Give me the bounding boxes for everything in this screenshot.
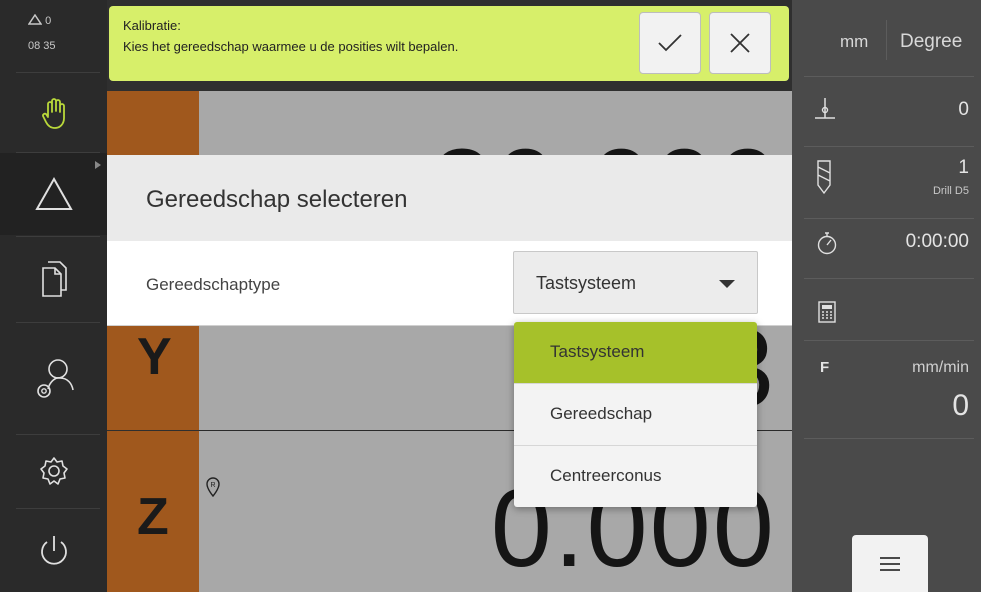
datum-icon	[815, 98, 835, 119]
calculator-icon	[818, 301, 836, 323]
gear-icon	[39, 457, 68, 485]
dropdown-option-gereedschap[interactable]: Gereedschap	[514, 384, 757, 446]
manual-mode-button[interactable]	[0, 76, 107, 150]
close-icon	[730, 33, 750, 53]
datum-value: 0	[958, 99, 969, 120]
tool-type-label: Gereedschaptype	[146, 275, 281, 294]
status-area[interactable]: 0 08 35	[0, 0, 107, 70]
user-gear-icon	[36, 359, 74, 398]
tool-name: Drill D5	[932, 185, 969, 197]
confirm-button[interactable]	[639, 12, 701, 74]
calculator-row[interactable]	[792, 279, 981, 339]
power-button[interactable]	[0, 510, 107, 592]
feed-row[interactable]: F mm/min 0	[792, 341, 981, 437]
length-unit: mm	[840, 32, 869, 51]
dialog-title: Gereedschap selecteren	[146, 186, 408, 213]
warning-count: 0	[45, 15, 52, 27]
timer-value: 0:00:00	[905, 231, 969, 252]
documents-icon	[41, 261, 67, 297]
dropdown-option-centreerconus[interactable]: Centreerconus	[514, 446, 757, 507]
user-settings-button[interactable]	[0, 324, 107, 434]
svg-text:R: R	[210, 482, 215, 489]
file-management-button[interactable]	[0, 238, 107, 320]
hand-icon	[41, 98, 65, 129]
settings-button[interactable]	[0, 436, 107, 506]
warning-triangle-icon	[27, 13, 43, 25]
message-title: Kalibratie:	[123, 18, 181, 33]
reference-mark-icon: R	[206, 477, 220, 498]
units-row[interactable]: mm Degree	[792, 0, 981, 76]
dialog-header: Gereedschap selecteren	[107, 155, 792, 241]
status-panel: mm Degree 0 1 Drill D5 0:00:00 F mm/min	[792, 0, 981, 592]
angle-unit: Degree	[900, 31, 963, 52]
datum-row[interactable]: 0	[792, 77, 981, 145]
stopwatch-icon	[817, 232, 837, 255]
axis-y-letter: Y	[137, 328, 172, 386]
tool-number: 1	[958, 157, 969, 178]
menu-button[interactable]	[852, 535, 928, 592]
message-text: Kies het gereedschap waarmee u de positi…	[123, 39, 459, 54]
calibration-message-bar: Kalibratie: Kies het gereedschap waarmee…	[109, 6, 789, 81]
hamburger-menu-icon	[880, 556, 900, 571]
option-label: Tastsysteem	[550, 342, 645, 361]
checkmark-icon	[658, 34, 682, 52]
drill-icon	[817, 160, 831, 195]
axis-row-x[interactable]: 30.000	[107, 91, 792, 250]
tool-type-row: Gereedschaptype Tastsysteem	[107, 241, 792, 326]
power-icon	[40, 536, 67, 565]
dropdown-option-tastsysteem[interactable]: Tastsysteem	[514, 322, 757, 384]
timer-row[interactable]: 0:00:00	[792, 219, 981, 277]
axis-x-label-block	[107, 91, 199, 155]
tool-type-dropdown: Tastsysteem Gereedschap Centreerconus	[514, 322, 757, 507]
axis-z-letter: Z	[137, 488, 169, 546]
left-sidebar: 0 08 35	[0, 0, 107, 592]
caret-down-icon	[719, 280, 735, 288]
clock-time: 08 35	[28, 40, 56, 52]
feed-label: F	[820, 359, 830, 376]
option-label: Gereedschap	[550, 404, 653, 423]
feed-unit: mm/min	[912, 359, 969, 376]
cancel-button[interactable]	[709, 12, 771, 74]
delta-icon	[34, 176, 73, 210]
tool-type-select[interactable]: Tastsysteem	[513, 251, 758, 314]
option-label: Centreerconus	[550, 466, 662, 485]
tool-type-selected-value: Tastsysteem	[536, 273, 637, 293]
feed-value: 0	[952, 389, 969, 422]
warning-indicator: 0	[27, 13, 88, 27]
measure-mode-button[interactable]	[0, 153, 107, 235]
tool-row[interactable]: 1 Drill D5	[792, 147, 981, 217]
submenu-arrow-icon	[95, 161, 101, 169]
